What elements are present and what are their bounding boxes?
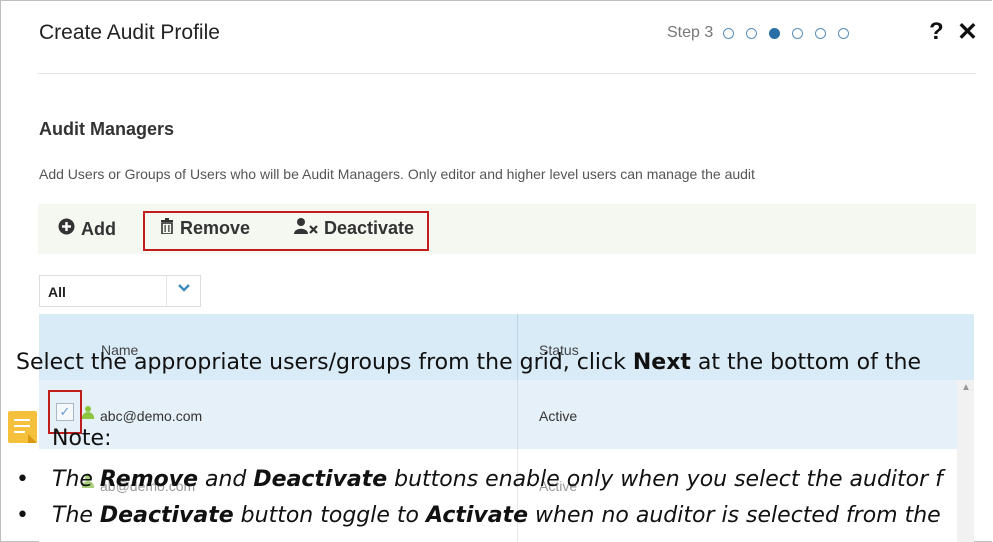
instruction-text: Select the appropriate users/groups from… [16,350,921,375]
column-divider [517,380,518,449]
note-label: Note: [52,426,112,451]
step-label: Step 3 [667,24,714,41]
filter-divider [166,276,167,306]
note-bullet-2: • The Deactivate button toggle to Activat… [16,503,941,528]
scrollbar[interactable]: ▲ [957,380,974,542]
step-dot-2 [746,27,758,39]
add-button[interactable]: Add [58,218,116,240]
filter-select[interactable]: All [39,275,201,307]
dialog-title: Create Audit Profile [39,21,220,44]
add-button-label: Add [81,218,116,239]
note-bullet-1: • The Remove and Deactivate buttons enabl… [16,467,943,492]
plus-circle-icon [58,218,75,240]
highlight-box-toolbar [143,211,429,251]
step-dot-4 [792,27,804,39]
step-dot-3-active [769,27,781,39]
row-name: abc@demo.com [100,408,203,424]
user-icon [82,406,94,419]
help-icon[interactable]: ? [929,18,944,46]
chevron-down-icon[interactable] [177,281,191,299]
section-title: Audit Managers [39,119,175,139]
step-dot-1 [723,27,735,39]
note-icon [8,411,37,443]
close-icon[interactable]: ✕ [957,17,978,47]
filter-value: All [48,284,66,300]
row-status: Active [539,408,578,424]
scroll-up-icon[interactable]: ▲ [961,382,971,393]
step-indicator: Step 3 [667,24,861,42]
section-description: Add Users or Groups of Users who will be… [39,166,755,182]
header-divider [38,73,976,74]
step-dot-5 [815,27,827,39]
step-dot-6 [838,27,850,39]
column-divider [517,449,518,542]
table-row[interactable] [39,449,957,542]
